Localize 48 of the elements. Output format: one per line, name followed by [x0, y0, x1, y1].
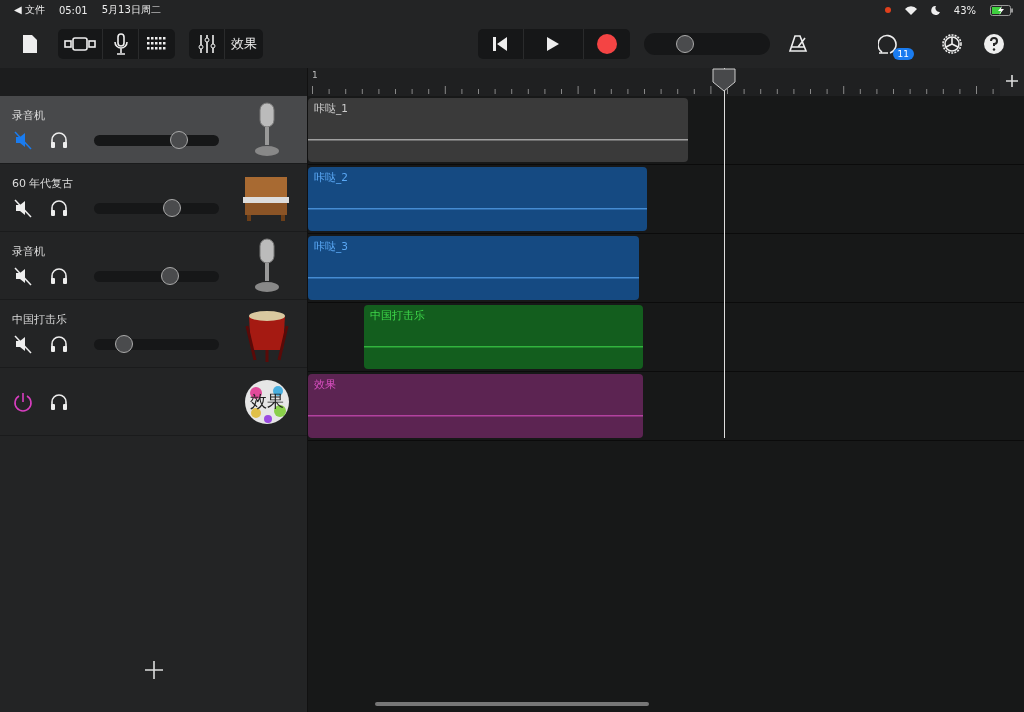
bar-number: 1	[312, 70, 318, 80]
headphones-icon[interactable]	[48, 197, 70, 219]
grid-icon	[147, 37, 167, 51]
notification-badge: 11	[892, 48, 914, 60]
wifi-icon	[904, 5, 917, 15]
audio-region[interactable]: 中国打击乐	[364, 305, 643, 369]
tempo-slider[interactable]	[643, 33, 770, 55]
track-header[interactable]: 录音机	[0, 96, 307, 164]
volume-slider[interactable]	[94, 134, 219, 146]
back-link[interactable]: ◀ 文件	[14, 3, 45, 17]
skip-back-icon	[492, 36, 508, 52]
tracks-view-icon	[64, 37, 96, 51]
headphones-icon[interactable]	[48, 333, 70, 355]
volume-slider[interactable]	[94, 338, 219, 350]
plus-icon	[1005, 73, 1019, 88]
audio-region[interactable]: 咔哒_1	[308, 98, 688, 162]
battery-icon	[990, 4, 1014, 16]
region-name: 效果	[313, 377, 337, 392]
add-section-button[interactable]	[1000, 68, 1024, 96]
track-name: 60 年代复古	[12, 176, 75, 191]
track-name: 录音机	[12, 108, 46, 123]
audio-region[interactable]: 咔哒_3	[308, 236, 639, 300]
track-name: 中国打击乐	[12, 312, 68, 327]
mute-icon[interactable]	[12, 265, 34, 287]
region-name: 咔哒_2	[313, 170, 349, 185]
volume-slider[interactable]	[94, 202, 219, 214]
region-name: 中国打击乐	[369, 308, 426, 323]
volume-slider[interactable]	[94, 270, 219, 282]
status-date: 5月13日周二	[101, 3, 161, 17]
battery-percent: 43%	[953, 4, 976, 16]
effects-label: 效果	[250, 390, 284, 413]
record-icon	[596, 34, 617, 54]
status-time: 05:01	[58, 4, 88, 16]
headphones-icon[interactable]	[48, 129, 70, 151]
mute-icon[interactable]	[12, 333, 34, 355]
power-icon[interactable]	[12, 390, 34, 413]
microphone-icon	[254, 101, 280, 158]
microphone-icon	[113, 33, 128, 55]
region-name: 咔哒_1	[313, 101, 349, 116]
mute-icon[interactable]	[12, 197, 34, 219]
play-icon	[546, 36, 560, 52]
microphone-icon	[254, 237, 280, 294]
headphones-icon[interactable]	[48, 265, 70, 287]
sliders-icon	[197, 34, 216, 54]
region-name: 咔哒_3	[313, 239, 349, 254]
track-name: 录音机	[12, 244, 46, 259]
moon-icon	[930, 5, 940, 15]
audio-region[interactable]: 咔哒_2	[308, 167, 647, 231]
